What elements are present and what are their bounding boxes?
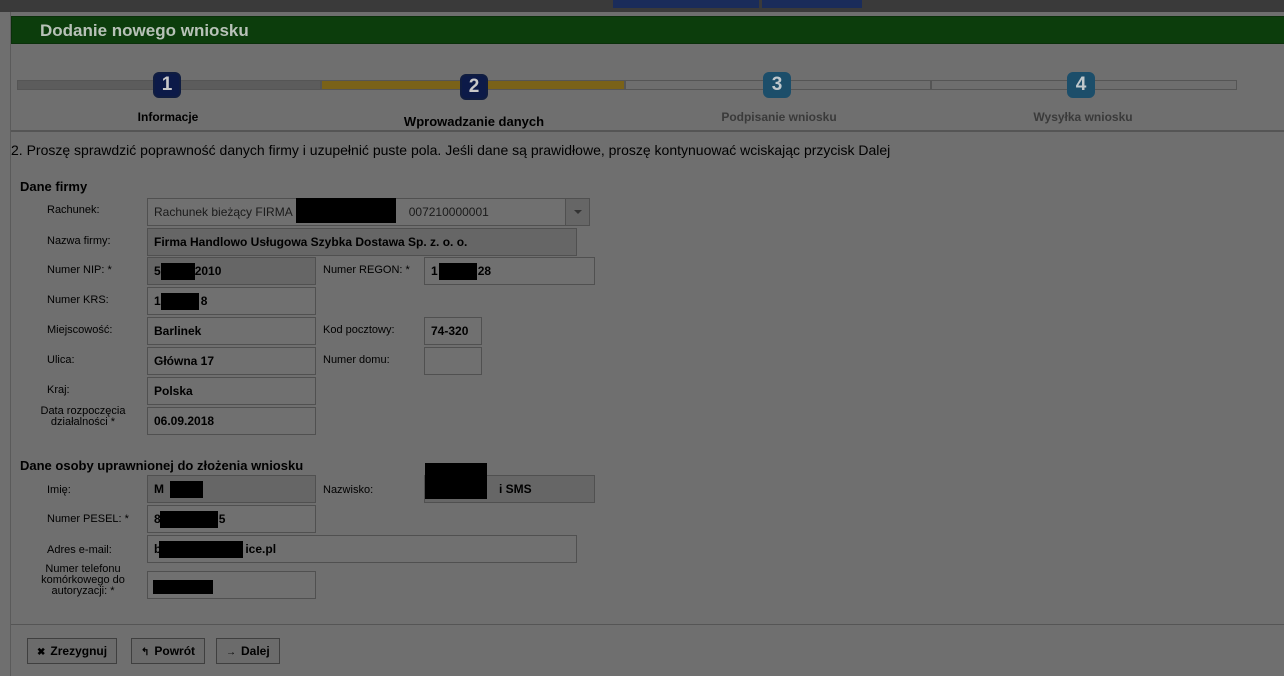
redaction-bar (161, 293, 199, 310)
account-value-suffix: 007210000001 (408, 205, 489, 219)
street-field[interactable]: Główna 17 (147, 347, 316, 375)
email-value-end: ice.pl (245, 542, 277, 556)
application-window: Dodanie nowego wniosku 1 2 3 4 Informacj… (10, 12, 1284, 676)
back-button[interactable]: ↰ Powrót (131, 638, 206, 664)
close-icon: ✖ (37, 647, 46, 658)
pesel-value-end: 5 (218, 512, 226, 526)
window-title: Dodanie nowego wniosku (40, 21, 249, 40)
redaction-bar (425, 463, 487, 499)
redaction-bar (160, 511, 218, 528)
email-label: Adres e-mail: (47, 544, 112, 556)
cancel-button[interactable]: ✖ Zrezygnuj (27, 638, 118, 664)
browser-top-strip (0, 0, 1284, 12)
company-name-field[interactable]: Firma Handlowo Usługowa Szybka Dostawa S… (147, 228, 577, 256)
top-tab (613, 0, 759, 8)
step-1-label: Informacje (137, 110, 199, 124)
start-date-label-line2: działalności * (50, 416, 116, 428)
city-field[interactable]: Barlinek (147, 317, 316, 345)
phone-label: Numer telefonu komórkowego do autoryzacj… (31, 564, 135, 597)
company-section-heading: Dane firmy (20, 179, 88, 194)
redaction-bar (296, 198, 396, 223)
postal-code-field[interactable]: 74-320 (424, 317, 482, 345)
nip-value-end: 2010 (194, 264, 222, 278)
start-date-label: Data rozpoczęcia działalności * (31, 406, 135, 428)
step-4-label: Wysyłka wniosku (1033, 110, 1133, 124)
krs-label: Numer KRS: (47, 294, 109, 306)
chevron-down-icon[interactable] (565, 199, 589, 225)
redaction-bar (170, 481, 203, 498)
account-label: Rachunek: (47, 204, 100, 216)
last-name-value-end: i SMS (499, 482, 532, 496)
country-label: Kraj: (47, 384, 70, 396)
step-2-badge: 2 (460, 74, 488, 100)
city-label: Miejscowość: (47, 324, 113, 336)
back-arrow-icon: ↰ (141, 647, 150, 658)
next-button[interactable]: → Dalej (216, 638, 280, 664)
step-1-badge: 1 (153, 72, 181, 98)
instruction-text: 2. Proszę sprawdzić poprawność danych fi… (11, 142, 891, 158)
pesel-label: Numer PESEL: * (47, 513, 129, 525)
street-label: Ulica: (47, 354, 75, 366)
house-number-label: Numer domu: (323, 354, 390, 366)
postal-code-label: Kod pocztowy: (323, 324, 395, 336)
nip-label: Numer NIP: * (47, 264, 112, 276)
regon-value-end: 28 (477, 264, 492, 278)
regon-label: Numer REGON: * (323, 264, 410, 276)
top-tab (762, 0, 862, 8)
back-button-label: Powrót (154, 644, 196, 658)
nip-value-start: 5 (154, 264, 161, 278)
first-name-label: Imię: (47, 484, 71, 496)
phone-label-line3: autoryzacji: * (51, 585, 115, 597)
step-3-label: Podpisanie wniosku (721, 110, 837, 124)
redaction-bar (161, 263, 195, 280)
regon-value-start: 1 (431, 264, 438, 278)
step-4-badge: 4 (1067, 72, 1095, 98)
footer-divider (11, 624, 1284, 625)
first-name-value-start: M (154, 482, 164, 496)
redaction-bar (159, 541, 243, 558)
krs-value-end: 8 (200, 294, 208, 308)
cancel-button-label: Zrezygnuj (50, 644, 108, 658)
last-name-label: Nazwisko: (323, 484, 374, 496)
redaction-bar (439, 263, 477, 280)
account-value-prefix: Rachunek bieżący FIRMA (154, 205, 293, 219)
step-3-badge: 3 (763, 72, 791, 98)
redaction-bar (153, 580, 213, 594)
start-date-field[interactable]: 06.09.2018 (147, 407, 316, 435)
country-field[interactable]: Polska (147, 377, 316, 405)
person-section-heading: Dane osoby uprawnionej do złożenia wnios… (20, 458, 304, 473)
arrow-right-icon: → (226, 647, 236, 658)
window-titlebar: Dodanie nowego wniosku (11, 16, 1284, 44)
step-2-label: Wprowadzanie danych (403, 114, 545, 129)
divider (11, 130, 1284, 132)
house-number-field[interactable] (424, 347, 482, 375)
krs-value-start: 1 (154, 294, 161, 308)
wizard-steps: 1 2 3 4 Informacje Wprowadzanie danych P… (11, 52, 1284, 130)
next-button-label: Dalej (241, 644, 270, 658)
company-name-label: Nazwa firmy: (47, 235, 111, 247)
